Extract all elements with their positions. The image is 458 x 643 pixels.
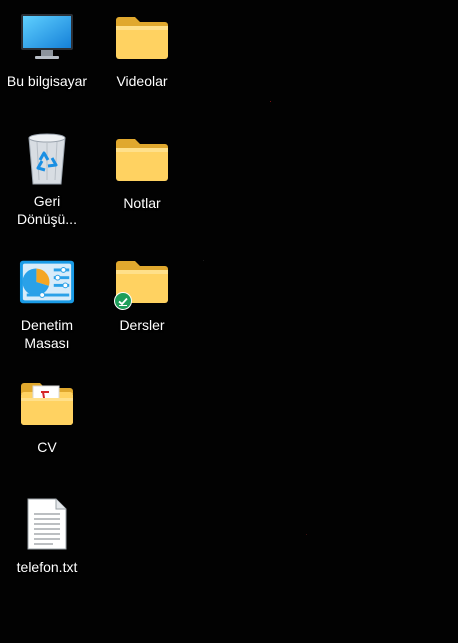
background-speck — [306, 534, 307, 535]
folder-icon — [114, 10, 170, 66]
desktop-icon-notlar[interactable]: Notlar — [97, 132, 187, 212]
background-speck — [270, 101, 271, 102]
desktop-icon-control-panel[interactable]: Denetim Masası — [2, 254, 92, 352]
background-speck — [203, 260, 204, 261]
desktop-icon-cv[interactable]: CV — [2, 376, 92, 456]
control-panel-icon — [19, 254, 75, 310]
folder-icon — [114, 132, 170, 188]
desktop-icon-this-pc[interactable]: Bu bilgisayar — [2, 10, 92, 90]
monitor-icon — [19, 10, 75, 66]
desktop-icon-dersler[interactable]: Dersler — [97, 254, 187, 334]
folder-synced-icon — [114, 254, 170, 310]
desktop[interactable]: Bu bilgisayar Videolar Geri Dönüşü... No… — [0, 0, 458, 643]
desktop-icon-videolar[interactable]: Videolar — [97, 10, 187, 90]
icon-label: CV — [37, 439, 57, 455]
icon-label: Denetim Masası — [20, 317, 74, 351]
icon-label: Bu bilgisayar — [6, 73, 88, 89]
desktop-icon-recycle-bin[interactable]: Geri Dönüşü... — [2, 130, 92, 228]
icon-label: Notlar — [123, 195, 161, 211]
icon-label: Dersler — [119, 317, 165, 333]
text-file-icon — [19, 496, 75, 552]
icon-label: telefon.txt — [16, 559, 78, 575]
sync-check-badge-icon — [114, 292, 132, 310]
icon-label: Geri Dönüşü... — [17, 193, 77, 227]
desktop-icon-telefon-txt[interactable]: telefon.txt — [2, 496, 92, 576]
pdf-folder-icon — [19, 376, 75, 432]
icon-label: Videolar — [116, 73, 168, 89]
recycle-bin-icon — [19, 130, 75, 186]
